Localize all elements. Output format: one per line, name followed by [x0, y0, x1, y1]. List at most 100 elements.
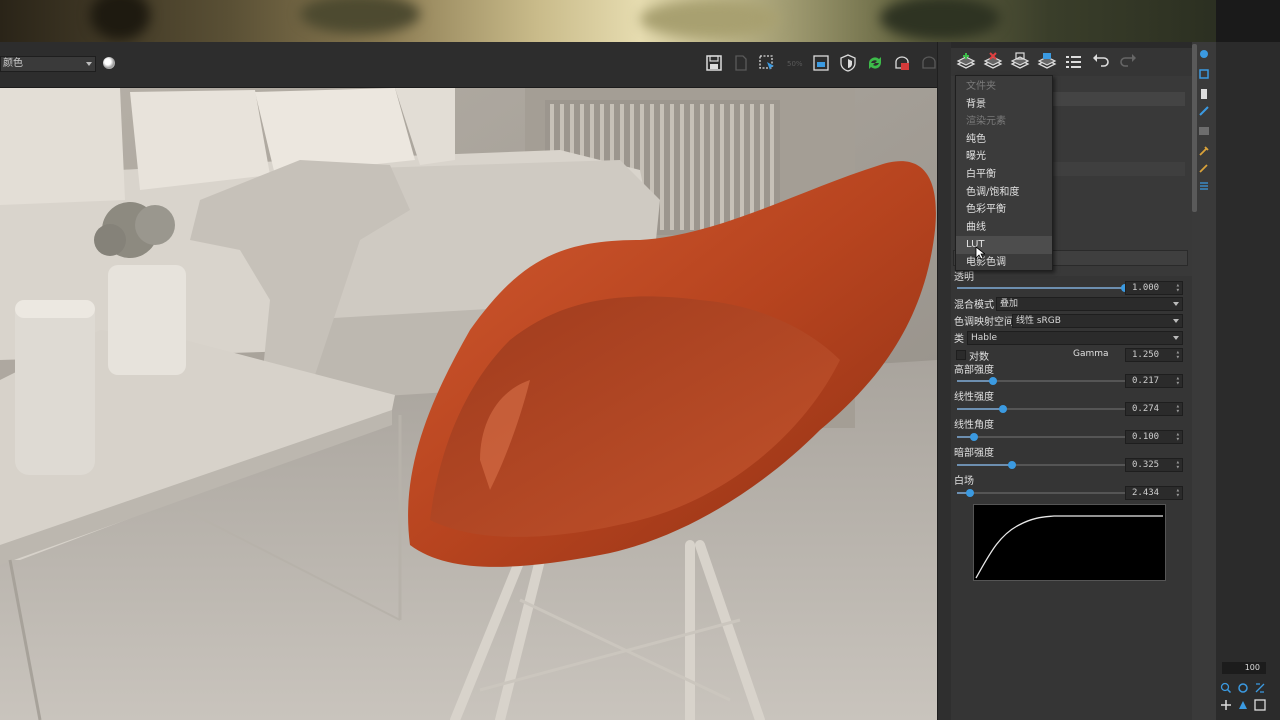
teapot-icon[interactable] — [920, 54, 938, 72]
gamma-field[interactable]: 1.250 ▴ ▾ — [1125, 348, 1183, 362]
panel-splitter[interactable] — [937, 42, 951, 720]
orbit-icon[interactable] — [1254, 682, 1266, 694]
frame-end-field[interactable]: 100 — [1222, 662, 1266, 674]
render-viewport[interactable] — [0, 88, 937, 720]
shadow-label: 暗部强度 — [954, 448, 994, 459]
opacity-field[interactable]: 1.000 ▴ ▾ — [1125, 281, 1183, 295]
log-checkbox[interactable] — [956, 350, 966, 360]
color-picker-icon[interactable] — [103, 57, 115, 69]
slider-thumb[interactable] — [999, 405, 1008, 413]
linear-angle-field[interactable]: 0.100 ▴ ▾ — [1125, 430, 1183, 444]
menu-item[interactable]: LUT — [956, 236, 1052, 254]
opacity-slider[interactable] — [957, 284, 1129, 292]
highlight-field[interactable]: 0.217 ▴ ▾ — [1125, 374, 1183, 388]
clear-icon[interactable] — [732, 54, 750, 72]
spinner-icon[interactable]: ▴ ▾ — [1176, 431, 1180, 443]
fov-icon[interactable] — [1237, 699, 1249, 711]
menu-item[interactable]: 渲染元素 — [956, 113, 1052, 131]
svg-text:50%: 50% — [787, 60, 803, 68]
menu-item[interactable]: 色调/饱和度 — [956, 184, 1052, 202]
render-icon[interactable] — [893, 54, 911, 72]
highlight-label: 高部强度 — [954, 365, 994, 376]
list-icon[interactable] — [1063, 52, 1085, 72]
undo-icon[interactable] — [1090, 52, 1112, 72]
spinner-icon[interactable]: ▴ ▾ — [1176, 349, 1180, 361]
menu-item[interactable]: 文件夹 — [956, 78, 1052, 96]
shadow-field[interactable]: 0.325 ▴ ▾ — [1125, 458, 1183, 472]
command-panel-top — [1216, 0, 1280, 42]
zoom-icon[interactable] — [1237, 682, 1249, 694]
zoom-extents-icon[interactable] — [1220, 682, 1232, 694]
layer-row[interactable] — [1051, 92, 1185, 106]
panel-scrollbar[interactable] — [1192, 44, 1197, 212]
spinner-icon[interactable]: ▴ ▾ — [1176, 375, 1180, 387]
rendered-image — [0, 88, 937, 720]
region-render-icon[interactable] — [758, 54, 776, 72]
pan-icon[interactable] — [1220, 699, 1232, 711]
menu-item[interactable]: 曝光 — [956, 148, 1052, 166]
menu-item[interactable]: 纯色 — [956, 131, 1052, 149]
menu-item[interactable]: 白平衡 — [956, 166, 1052, 184]
colorspace-label: 色调映射空间 — [954, 317, 1014, 328]
shield-icon[interactable] — [839, 54, 857, 72]
menu-item[interactable]: 电影色调 — [956, 254, 1052, 272]
menu-item[interactable]: 背景 — [956, 96, 1052, 114]
blend-mode-label: 混合模式 — [954, 300, 994, 311]
brush-icon[interactable] — [1198, 162, 1210, 174]
chevron-down-icon — [1173, 336, 1179, 340]
spinner-icon[interactable]: ▴ ▾ — [1176, 487, 1180, 499]
save-icon[interactable] — [705, 54, 723, 72]
chevron-down-icon — [86, 62, 92, 66]
slider-thumb[interactable] — [1007, 461, 1016, 469]
slider-thumb[interactable] — [966, 489, 975, 497]
white-label: 白场 — [954, 476, 974, 487]
linear-strength-label: 线性强度 — [954, 392, 994, 403]
add-layer-icon[interactable] — [955, 52, 977, 72]
maximize-icon[interactable] — [1254, 699, 1266, 711]
image-icon[interactable] — [1198, 125, 1210, 137]
spinner-icon[interactable]: ▴ ▾ — [1176, 282, 1180, 294]
configure-icon[interactable] — [1198, 68, 1210, 80]
delete-layer-icon[interactable] — [982, 52, 1004, 72]
white-field[interactable]: 2.434 ▴ ▾ — [1125, 486, 1183, 500]
tone-curve — [975, 515, 1163, 579]
channel-select[interactable]: 颜色 — [0, 56, 96, 72]
mouse-cursor-icon — [975, 246, 985, 260]
highlight-slider[interactable] — [957, 377, 1125, 385]
linear-angle-label: 线性角度 — [954, 420, 994, 431]
colorspace-select[interactable]: 线性 sRGB — [1012, 314, 1183, 328]
menu-item[interactable]: 曲线 — [956, 219, 1052, 237]
spinner-icon[interactable]: ▴ ▾ — [1176, 403, 1180, 415]
layer-row[interactable] — [1051, 162, 1185, 176]
white-slider[interactable] — [957, 489, 1125, 497]
background-photo-strip — [0, 0, 1280, 42]
slider-thumb[interactable] — [969, 433, 978, 441]
command-panel — [1216, 42, 1280, 720]
menu-item[interactable]: 色彩平衡 — [956, 201, 1052, 219]
window-icon[interactable] — [812, 54, 830, 72]
linear-strength-slider[interactable] — [957, 405, 1125, 413]
spinner-icon[interactable]: ▴ ▾ — [1176, 459, 1180, 471]
linear-angle-slider[interactable] — [957, 433, 1125, 441]
list-icon[interactable] — [1198, 180, 1210, 192]
page-icon[interactable] — [1198, 88, 1210, 100]
refresh-icon[interactable] — [866, 54, 884, 72]
type-select[interactable]: Hable — [967, 331, 1183, 345]
save-layers-icon[interactable] — [1009, 52, 1031, 72]
pin-icon[interactable] — [1198, 48, 1210, 60]
wrench-icon[interactable] — [1198, 145, 1210, 157]
chevron-down-icon — [1173, 302, 1179, 306]
channel-select-value: 颜色 — [3, 58, 23, 69]
slider-thumb[interactable] — [989, 377, 998, 385]
gamma-label: Gamma — [1073, 349, 1109, 359]
shadow-slider[interactable] — [957, 461, 1125, 469]
blend-mode-select[interactable]: 叠加 — [996, 297, 1183, 311]
redo-icon[interactable] — [1117, 52, 1139, 72]
layer-toolbar — [951, 48, 1192, 76]
load-layers-icon[interactable] — [1036, 52, 1058, 72]
linear-strength-field[interactable]: 0.274 ▴ ▾ — [1125, 402, 1183, 416]
tool-icon[interactable] — [1198, 105, 1210, 117]
compare-icon[interactable]: 50% — [786, 54, 804, 72]
tone-curve-preview — [973, 504, 1166, 581]
type-label: 类 — [954, 334, 964, 345]
